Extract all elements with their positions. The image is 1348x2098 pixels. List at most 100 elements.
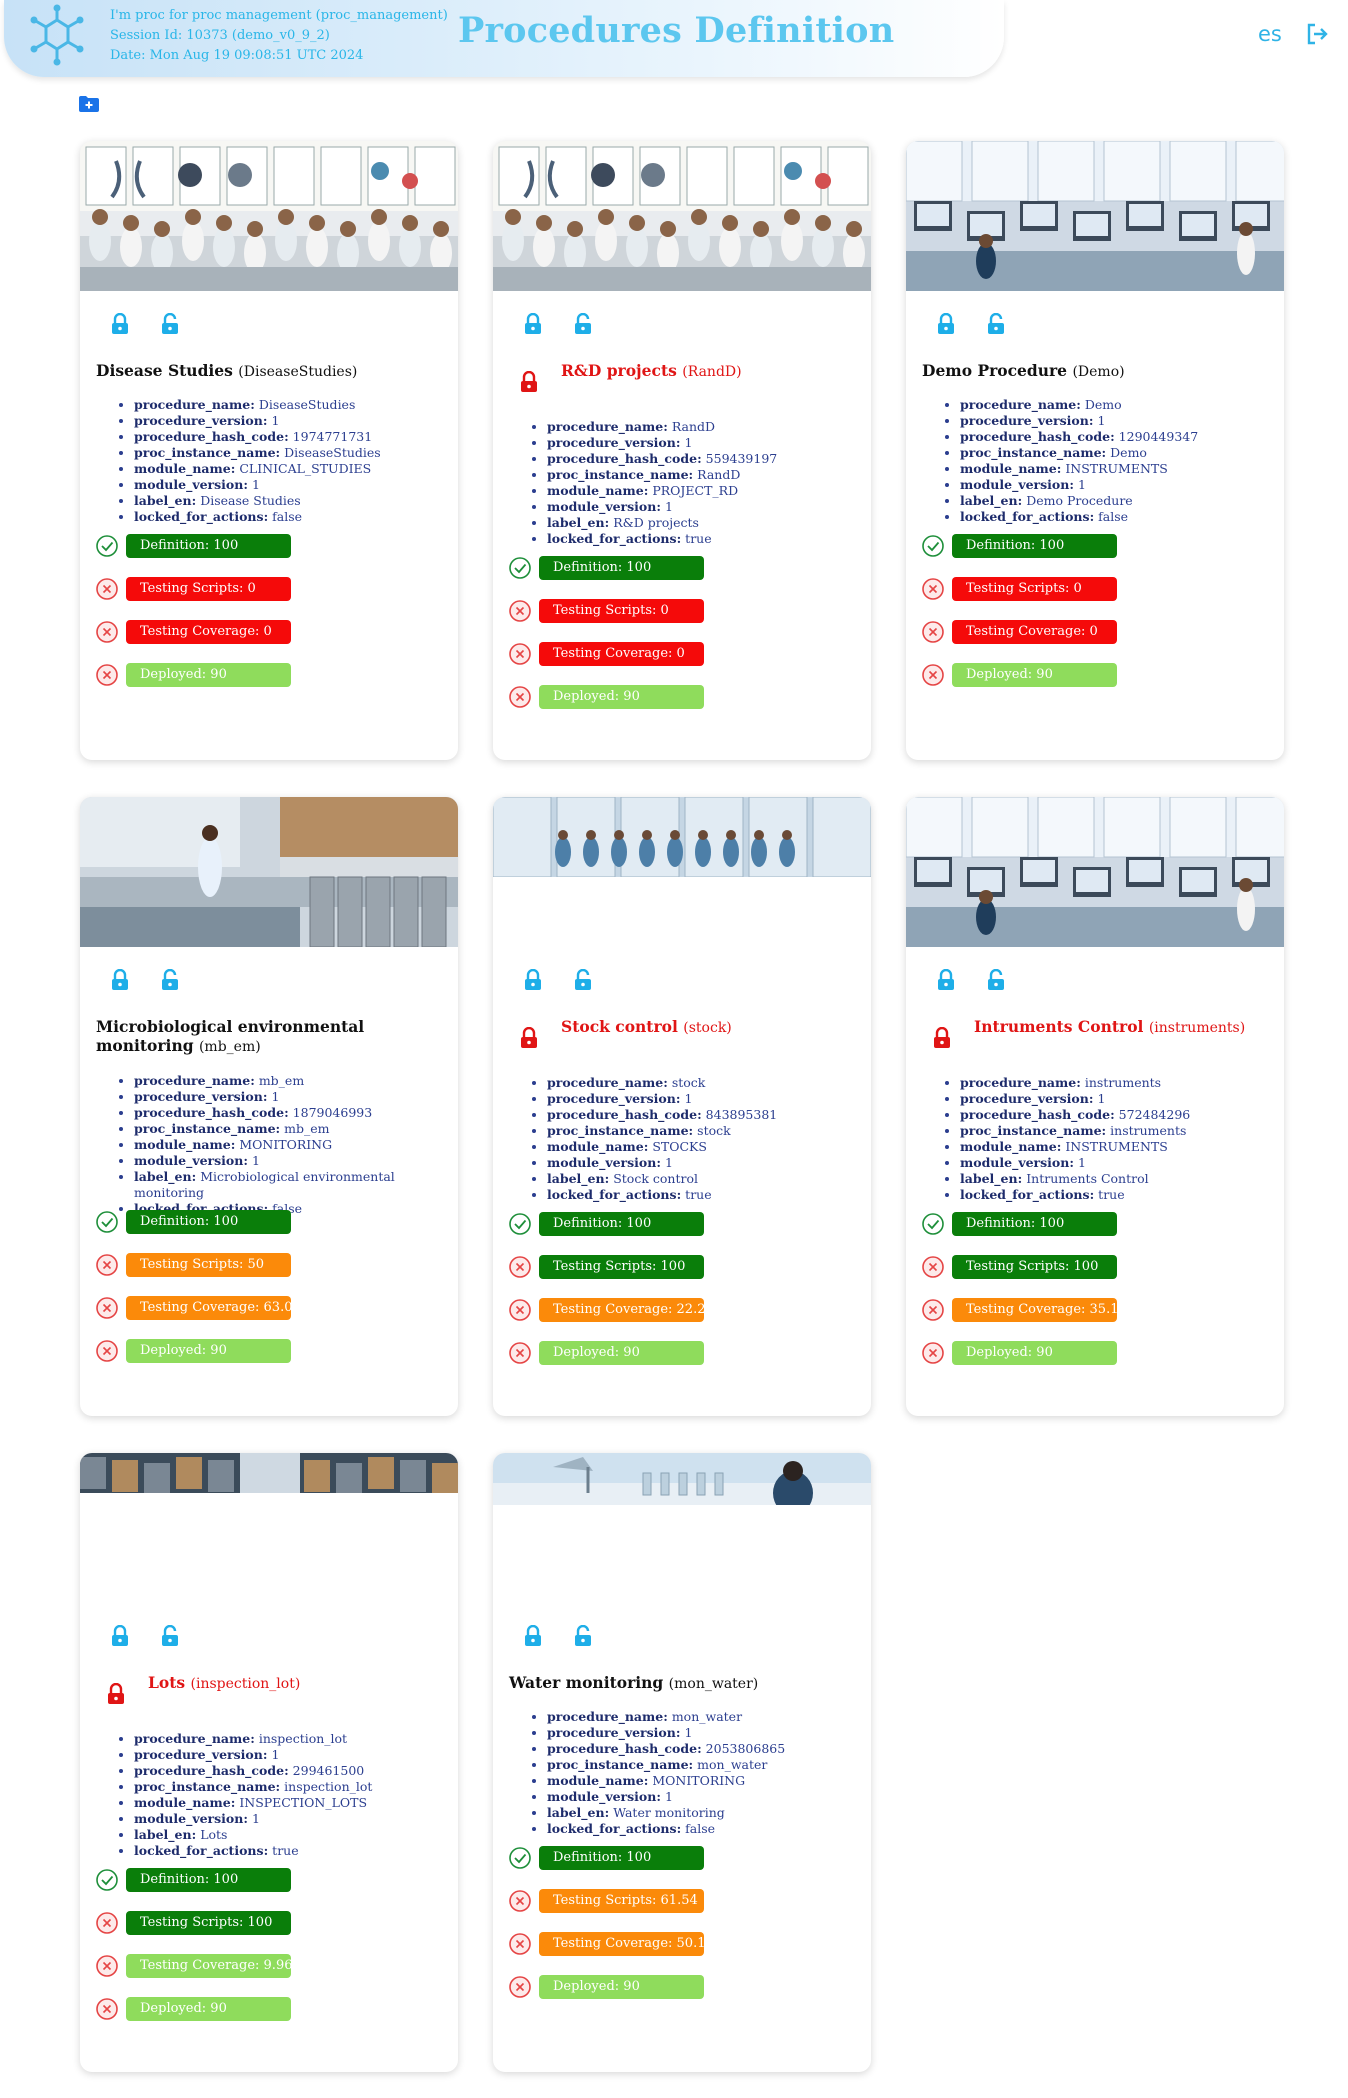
procedure-image [493, 797, 871, 877]
status-pill[interactable]: Deployed: 90 [539, 1975, 704, 1999]
property-item: label_en: Disease Studies [134, 493, 448, 509]
property-item: proc_instance_name: DiseaseStudies [134, 445, 448, 461]
procedure-title[interactable]: Microbiological environmental monitoring… [96, 1017, 446, 1055]
status-pill[interactable]: Testing Scripts: 0 [539, 599, 704, 623]
atom-logo-icon[interactable] [30, 4, 84, 68]
status-pill[interactable]: Definition: 100 [952, 1212, 1117, 1236]
lock-button[interactable] [523, 968, 543, 991]
status-indicator [920, 619, 946, 645]
lock-button[interactable] [110, 968, 130, 991]
status-pill[interactable]: Testing Scripts: 61.54 [539, 1889, 704, 1913]
status-pill[interactable]: Testing Coverage: 0 [539, 642, 704, 666]
lock-button[interactable] [936, 312, 956, 335]
unlock-button[interactable] [160, 1624, 180, 1647]
status-pill[interactable]: Definition: 100 [539, 556, 704, 580]
procedure-title[interactable]: R&D projects (RandD) [561, 361, 871, 380]
status-row: Deployed: 90 [507, 1974, 747, 2000]
procedure-title[interactable]: Disease Studies (DiseaseStudies) [96, 361, 446, 380]
lock-icon [112, 1624, 128, 1646]
lock-button[interactable] [110, 1624, 130, 1647]
status-indicator [920, 1211, 946, 1237]
property-value: 1 [1097, 1091, 1106, 1106]
procedure-image [906, 797, 1284, 947]
property-key: procedure_hash_code [547, 1741, 698, 1756]
property-item: procedure_name: DiseaseStudies [134, 397, 448, 413]
status-pill[interactable]: Deployed: 90 [952, 1341, 1117, 1365]
lock-button[interactable] [936, 968, 956, 991]
lock-button[interactable] [523, 312, 543, 335]
procedure-card[interactable]: Water monitoring (mon_water) procedure_na… [493, 1453, 871, 2072]
status-pill[interactable]: Deployed: 90 [952, 663, 1117, 687]
status-pill[interactable]: Testing Coverage: 22.23 [539, 1298, 714, 1322]
status-pill[interactable]: Testing Coverage: 9.96 [126, 1954, 292, 1978]
status-pill[interactable]: Definition: 100 [952, 534, 1117, 558]
status-indicator [507, 1845, 533, 1871]
status-pill[interactable]: Testing Coverage: 0 [126, 620, 291, 644]
status-pill[interactable]: Testing Scripts: 0 [126, 577, 291, 601]
property-key: module_name [134, 461, 231, 476]
logout-icon[interactable] [1305, 22, 1329, 46]
procedure-title-text: R&D projects [561, 361, 677, 380]
property-value: PROJECT_RD [652, 483, 739, 498]
lock-icon [525, 312, 541, 334]
procedure-card[interactable]: Stock control (stock) procedure_name: sto… [493, 797, 871, 1416]
property-value: 1 [664, 499, 673, 514]
procedure-title[interactable]: Intruments Control (instruments) [974, 1017, 1284, 1036]
property-value: mon_water [671, 1709, 743, 1724]
status-pill[interactable]: Testing Scripts: 100 [126, 1911, 291, 1935]
status-pill[interactable]: Deployed: 90 [126, 663, 291, 687]
status-pill[interactable]: Definition: 100 [539, 1212, 704, 1236]
status-pill[interactable]: Testing Scripts: 0 [952, 577, 1117, 601]
status-pill[interactable]: Testing Coverage: 35.19 [952, 1298, 1127, 1322]
status-pill[interactable]: Deployed: 90 [539, 685, 704, 709]
procedure-card[interactable]: R&D projects (RandD) procedure_name: Rand… [493, 141, 871, 760]
x-circle-icon [509, 1299, 531, 1321]
procedure-card[interactable]: Microbiological environmental monitoring… [80, 797, 458, 1416]
property-value: stock [697, 1123, 731, 1138]
status-indicator [507, 1888, 533, 1914]
procedure-card[interactable]: Lots (inspection_lot) procedure_name: ins… [80, 1453, 458, 2072]
unlock-button[interactable] [160, 312, 180, 335]
status-pill[interactable]: Deployed: 90 [539, 1341, 704, 1365]
property-value: inspection_lot [284, 1779, 373, 1794]
procedure-title[interactable]: Water monitoring (mon_water) [509, 1673, 859, 1692]
language-switch[interactable]: es [1258, 22, 1282, 46]
procedure-card[interactable]: Intruments Control (instruments) procedur… [906, 797, 1284, 1416]
procedure-card[interactable]: Demo Procedure (Demo) procedure_name: Dem… [906, 141, 1284, 760]
unlock-button[interactable] [573, 312, 593, 335]
procedure-title[interactable]: Stock control (stock) [561, 1017, 871, 1036]
status-pill[interactable]: Deployed: 90 [126, 1339, 291, 1363]
red-lock-icon [108, 1682, 124, 1704]
procedure-image [80, 141, 458, 291]
status-pill[interactable]: Testing Scripts: 100 [539, 1255, 704, 1279]
status-pill[interactable]: Definition: 100 [126, 534, 291, 558]
unlock-button[interactable] [986, 968, 1006, 991]
status-pill[interactable]: Definition: 100 [126, 1868, 291, 1892]
property-item: module_version: 1 [960, 1155, 1274, 1171]
procedure-title[interactable]: Demo Procedure (Demo) [922, 361, 1272, 380]
add-procedure-icon[interactable] [79, 96, 99, 112]
property-item: proc_instance_name: mon_water [547, 1757, 861, 1773]
property-item: procedure_version: 1 [134, 1089, 448, 1105]
status-pill[interactable]: Definition: 100 [126, 1210, 291, 1234]
status-row: Definition: 100 [94, 533, 334, 559]
status-pill[interactable]: Testing Coverage: 50.1 [539, 1932, 705, 1956]
status-indicator [94, 1953, 120, 1979]
lock-button[interactable] [523, 1624, 543, 1647]
unlock-button[interactable] [986, 312, 1006, 335]
status-pill[interactable]: Testing Scripts: 50 [126, 1253, 291, 1277]
lock-button[interactable] [110, 312, 130, 335]
status-pill[interactable]: Deployed: 90 [126, 1997, 291, 2021]
check-circle-icon [509, 557, 531, 579]
status-pill[interactable]: Testing Coverage: 63.02 [126, 1296, 301, 1320]
status-pill[interactable]: Definition: 100 [539, 1846, 704, 1870]
x-circle-icon [922, 621, 944, 643]
procedure-card[interactable]: Disease Studies (DiseaseStudies) procedur… [80, 141, 458, 760]
unlock-button[interactable] [573, 968, 593, 991]
procedure-title[interactable]: Lots (inspection_lot) [148, 1673, 458, 1692]
unlock-button[interactable] [573, 1624, 593, 1647]
status-pill[interactable]: Testing Coverage: 0 [952, 620, 1117, 644]
procedure-code: (instruments) [1148, 1020, 1246, 1036]
unlock-button[interactable] [160, 968, 180, 991]
status-pill[interactable]: Testing Scripts: 100 [952, 1255, 1117, 1279]
